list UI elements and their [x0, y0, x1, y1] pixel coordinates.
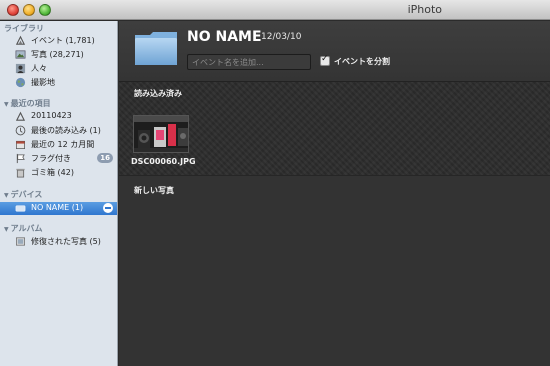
section-header-recent[interactable]: ▼ 最近の項目 [4, 98, 51, 109]
section-header-library[interactable]: ライブラリ [4, 23, 44, 34]
event-title[interactable]: NO NAME [187, 29, 262, 45]
event-date: 12/03/10 [261, 32, 302, 42]
title-bar: iPhoto [0, 0, 550, 20]
disclosure-triangle-icon: ▼ [4, 192, 9, 199]
flag-icon [16, 153, 25, 164]
sidebar-item-20110423[interactable]: 20110423 [0, 110, 117, 123]
device-icon [15, 205, 26, 212]
new-photos-section: 新しい写真 [119, 175, 550, 366]
disclosure-triangle-icon: ▼ [4, 101, 9, 108]
main-content: NO NAME 12/03/10 イベントを分割 読み込み済み DSC00060… [119, 21, 550, 366]
last-import-icon [15, 125, 26, 136]
folder-icon [135, 32, 177, 65]
window-title: iPhoto [407, 3, 442, 16]
sidebar-item-trash[interactable]: ゴミ箱 (42) [0, 166, 117, 179]
event-name-input[interactable] [187, 54, 311, 70]
imported-section-title: 読み込み済み [134, 89, 182, 98]
sidebar-item-faces[interactable]: 人々 [0, 62, 117, 75]
eject-icon[interactable] [103, 203, 113, 213]
new-photos-section-title: 新しい写真 [134, 186, 174, 195]
event-icon [15, 111, 26, 121]
events-icon [15, 35, 26, 45]
imported-section: 読み込み済み DSC00060.JPG [119, 81, 550, 175]
faces-icon [15, 63, 26, 74]
disclosure-triangle-icon: ▼ [4, 226, 9, 233]
sidebar-item-flagged[interactable]: フラグ付き 16 [0, 152, 117, 165]
sidebar: ライブラリ イベント (1,781) 写真 (28,271) 人々 撮影地 ▼ 最… [0, 21, 118, 366]
photo-thumbnail[interactable] [133, 115, 189, 153]
last-12-months-icon [16, 140, 25, 149]
places-icon [15, 77, 26, 88]
album-icon [16, 237, 25, 246]
split-events-checkbox[interactable] [320, 54, 330, 66]
event-header: NO NAME 12/03/10 イベントを分割 [119, 21, 550, 81]
section-header-albums[interactable]: ▼ アルバム [4, 223, 43, 234]
trash-icon [16, 168, 25, 178]
sidebar-item-no-name-device[interactable]: NO NAME (1) [0, 202, 117, 215]
sidebar-item-repaired-photos[interactable]: 修復された写真 (5) [0, 235, 117, 248]
sidebar-item-events[interactable]: イベント (1,781) [0, 34, 117, 47]
sidebar-item-photos[interactable]: 写真 (28,271) [0, 48, 117, 61]
split-events-label[interactable]: イベントを分割 [334, 56, 390, 67]
photo-image [134, 116, 188, 152]
photos-icon [15, 50, 26, 59]
photo-filename: DSC00060.JPG [131, 157, 196, 166]
sidebar-item-last-12-months[interactable]: 最近の 12 カ月間 [0, 138, 117, 151]
section-header-devices[interactable]: ▼ デバイス [4, 189, 42, 200]
sidebar-item-places[interactable]: 撮影地 [0, 76, 117, 89]
sidebar-item-last-import[interactable]: 最後の読み込み (1) [0, 124, 117, 137]
flagged-count-badge: 16 [97, 153, 113, 163]
